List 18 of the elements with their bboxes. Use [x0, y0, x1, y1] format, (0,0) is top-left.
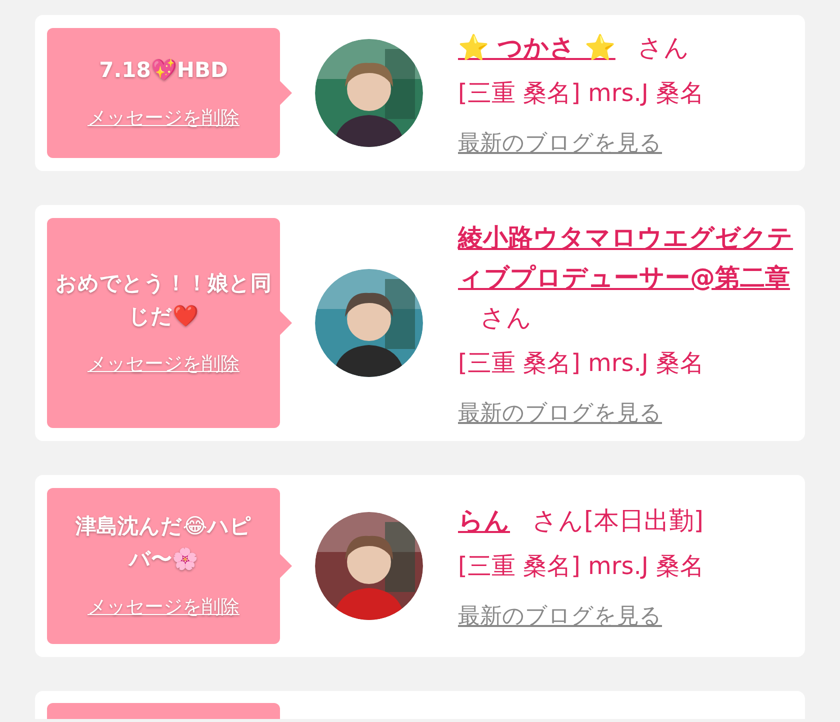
shop-location: [三重 桑名] mrs.J 桑名 [458, 78, 706, 109]
user-name-link[interactable]: ⭐ つかさ ⭐ [458, 28, 616, 68]
message-text: 津島沈んだ😂ハピバ〜🌸 [74, 513, 252, 573]
honorific: さん [480, 303, 532, 332]
delete-message-link[interactable]: メッセージを削除 [88, 104, 240, 130]
shop-location: [三重 桑名] mrs.J 桑名 [458, 348, 706, 379]
message-text: 7.18💖HBD [99, 56, 228, 84]
message-text: おめでとう！！娘と同じだ❤ [55, 270, 272, 330]
user-name-link[interactable]: らん [458, 501, 510, 541]
user-name-link[interactable]: 綾小路ウタマロウエグゼクティブプロデューサー@第二章 [458, 218, 793, 298]
shop-location: [三重 桑名] mrs.J 桑名 [458, 551, 706, 582]
honorific: さん [637, 33, 690, 62]
delete-message-link[interactable]: メッセージを削除 [88, 594, 240, 620]
blog-link[interactable]: 最新のブログを見る [458, 601, 662, 631]
honorific: さん[本日出勤] [532, 506, 704, 535]
blog-link[interactable]: 最新のブログを見る [458, 128, 662, 158]
blog-link[interactable]: 最新のブログを見る [458, 398, 662, 428]
delete-message-link[interactable]: メッセージを削除 [88, 351, 240, 377]
